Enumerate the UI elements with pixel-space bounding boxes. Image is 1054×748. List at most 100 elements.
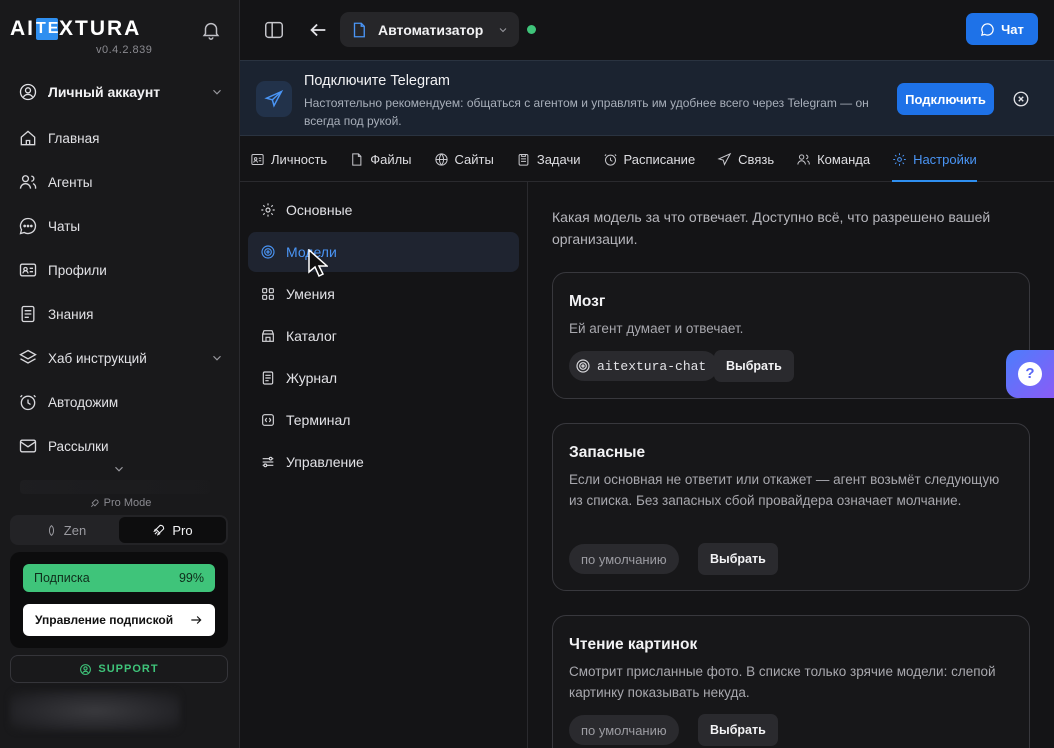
sidebar-item-label: Чаты (48, 218, 81, 234)
support-button[interactable]: SUPPORT (10, 655, 228, 683)
pro-mode-label: Pro Mode (0, 497, 240, 509)
sidebar-item-chats[interactable]: Чаты (18, 204, 224, 248)
profile-icon (19, 263, 37, 277)
sidebar-item-home[interactable]: Главная (18, 116, 224, 160)
subscription-progress: Подписка 99% (23, 564, 215, 592)
tab-label: Связь (738, 151, 775, 167)
tab-personality[interactable]: Личность (250, 137, 327, 182)
chat-button-label: Чат (1001, 21, 1024, 37)
settings-item-catalog[interactable]: Каталог (248, 316, 519, 356)
document-icon (353, 22, 365, 37)
arrow-right-icon (191, 616, 202, 624)
app-root: AI TE XTURA v0.4.2.839 Личный аккаунт Глав… (0, 0, 1054, 748)
card-title: Мозг (569, 293, 606, 310)
subscription-card: Подписка 99% Управление подпиской (10, 552, 228, 648)
home-icon (20, 130, 36, 146)
settings-item-models[interactable]: Модели (248, 232, 519, 272)
help-button[interactable]: ? (1006, 350, 1054, 398)
close-icon[interactable] (1012, 90, 1030, 108)
agent-name: Автоматизатор (378, 21, 484, 38)
clock-icon (20, 394, 36, 411)
settings-item-label: Умения (286, 286, 335, 302)
card-title: Чтение картинок (569, 636, 698, 653)
card-description: Смотрит присланные фото. В списке только… (569, 664, 996, 700)
settings-item-label: Основные (286, 202, 353, 218)
sidebar-toggle-icon[interactable] (263, 19, 285, 41)
telegram-icon (264, 89, 284, 108)
tab-connection[interactable]: Связь (717, 137, 774, 182)
terminal-icon (262, 414, 274, 426)
connect-telegram-button[interactable]: Подключить (897, 83, 994, 115)
choose-fallback-button[interactable]: Выбрать (698, 543, 778, 575)
chevron-down-icon (499, 27, 507, 32)
sidebar-item-autopush[interactable]: Автодожим (18, 380, 224, 424)
personality-icon (251, 153, 264, 165)
subscription-label: Подписка (34, 571, 90, 585)
manage-subscription-button[interactable]: Управление подпиской (23, 604, 215, 636)
back-arrow-icon[interactable] (307, 19, 329, 41)
sidebar-item-label: Профили (48, 262, 107, 278)
logo[interactable]: AI TE XTURA (10, 17, 141, 41)
tab-files[interactable]: Файлы (349, 137, 412, 182)
sidebar-item-knowledge[interactable]: Знания (18, 292, 224, 336)
settings-item-journal[interactable]: Журнал (248, 358, 519, 398)
question-icon: ? (1018, 362, 1042, 386)
chevron-down-icon (213, 355, 221, 361)
model-card-vision: Чтение картинок Смотрит присланные фото.… (552, 615, 1030, 748)
mode-zen-button[interactable]: Zen (12, 517, 119, 543)
settings-menu: Основные Модели Умения Каталог Журнал Те… (240, 182, 528, 748)
mode-pro-button[interactable]: Pro (119, 517, 226, 543)
tab-label: Сайты (454, 151, 494, 167)
bell-icon[interactable] (200, 19, 222, 41)
online-status-dot (527, 25, 536, 34)
model-chip-icon (261, 245, 275, 259)
sidebar-item-label: Рассылки (48, 438, 109, 454)
settings-item-management[interactable]: Управление (248, 442, 519, 482)
file-icon (352, 152, 362, 166)
tab-settings[interactable]: Настройки (892, 137, 977, 182)
settings-item-general[interactable]: Основные (248, 190, 519, 230)
faded-nav-item (20, 480, 210, 494)
settings-item-terminal[interactable]: Терминал (248, 400, 519, 440)
tab-label: Задачи (536, 151, 581, 167)
top-bar: Автоматизатор Чат (240, 0, 1054, 60)
sidebar-item-label: Главная (48, 130, 100, 146)
sidebar-item-label: Агенты (48, 174, 93, 190)
sidebar-nav: Главная Агенты Чаты Профили Знания Хаб и… (18, 116, 224, 468)
scroll-more-chevron-icon[interactable] (112, 462, 126, 476)
user-card-blurred[interactable] (10, 691, 180, 731)
settings-item-label: Управление (286, 454, 364, 470)
team-icon (797, 153, 810, 165)
card-description: Если основная не ответит или откажет — а… (569, 472, 1000, 508)
settings-item-skills[interactable]: Умения (248, 274, 519, 314)
card-description: Ей агент думает и отвечает. (569, 321, 744, 336)
send-icon (717, 152, 732, 166)
sidebar-item-agents[interactable]: Агенты (18, 160, 224, 204)
choose-model-button[interactable]: Выбрать (714, 350, 794, 382)
tab-schedule[interactable]: Расписание (603, 137, 695, 182)
tab-team[interactable]: Команда (796, 137, 870, 182)
tab-label: Команда (817, 151, 871, 167)
account-switcher[interactable]: Личный аккаунт (18, 80, 224, 104)
globe-icon (434, 152, 448, 166)
tab-tasks[interactable]: Задачи (516, 137, 581, 182)
tab-label: Настройки (913, 151, 977, 167)
choose-vision-button[interactable]: Выбрать (698, 714, 778, 746)
tab-sites[interactable]: Сайты (434, 137, 494, 182)
sidebar-item-hub[interactable]: Хаб инструкций (18, 336, 224, 380)
sliders-icon (262, 456, 274, 468)
logo-mark: TE (36, 18, 58, 40)
banner-text: Настоятельно рекомендуем: общаться с аге… (304, 96, 869, 128)
sidebar-item-label: Хаб инструкций (48, 350, 147, 366)
sidebar-item-profiles[interactable]: Профили (18, 248, 224, 292)
tab-label: Файлы (370, 151, 412, 167)
agent-selector[interactable]: Автоматизатор (340, 12, 519, 47)
agents-icon (19, 175, 37, 189)
settings-item-label: Терминал (286, 412, 351, 428)
app-version: v0.4.2.839 (96, 44, 153, 56)
support-icon (80, 663, 92, 675)
chat-bubble-icon (981, 22, 994, 36)
chat-icon (19, 217, 37, 235)
chat-button[interactable]: Чат (966, 13, 1038, 45)
models-intro-text: Какая модель за что отвечает. Доступно в… (552, 209, 991, 247)
